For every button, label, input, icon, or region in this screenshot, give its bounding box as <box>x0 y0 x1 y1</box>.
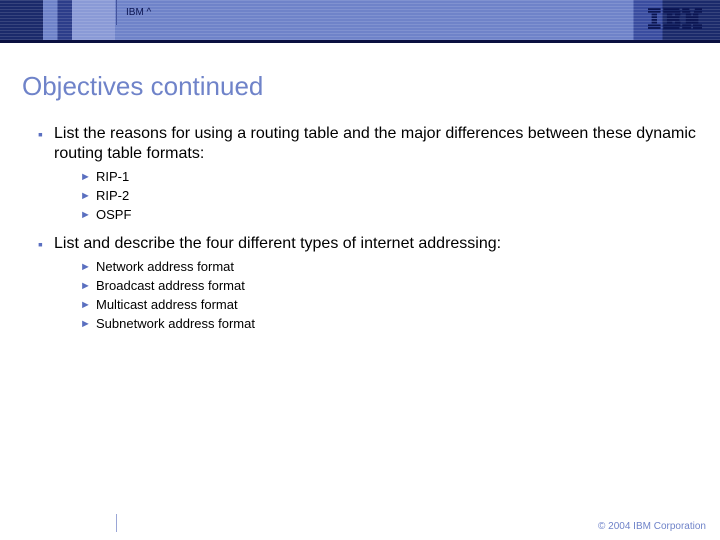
header-divider-line <box>116 0 117 25</box>
square-bullet-icon: ▪ <box>38 124 54 164</box>
header-texture <box>0 0 720 40</box>
footer: © 2004 IBM Corporation <box>0 514 720 540</box>
bullet-level2: ► Network address format <box>80 258 698 276</box>
slide: IBM ^ <box>0 0 720 540</box>
square-bullet-icon: ▪ <box>38 234 54 254</box>
sub-bullet-text: Multicast address format <box>96 296 238 314</box>
bullet-level1: ▪ List the reasons for using a routing t… <box>38 124 698 164</box>
arrow-bullet-icon: ► <box>80 206 96 224</box>
slide-title: Objectives continued <box>22 71 698 102</box>
bullet-level2: ► Multicast address format <box>80 296 698 314</box>
footer-divider-line <box>116 514 117 532</box>
brand-label: IBM ^ <box>126 7 151 18</box>
sub-bullet-text: RIP-1 <box>96 168 129 186</box>
bullet-text: List and describe the four different typ… <box>54 234 501 254</box>
header-bar: IBM ^ <box>0 0 720 40</box>
arrow-bullet-icon: ► <box>80 315 96 333</box>
arrow-bullet-icon: ► <box>80 168 96 186</box>
copyright-text: © 2004 IBM Corporation <box>598 521 706 532</box>
sub-bullet-text: Network address format <box>96 258 234 276</box>
sub-bullet-group: ► RIP-1 ► RIP-2 ► OSPF <box>80 168 698 224</box>
sub-bullet-text: OSPF <box>96 206 131 224</box>
arrow-bullet-icon: ► <box>80 258 96 276</box>
sub-bullet-text: Broadcast address format <box>96 277 245 295</box>
bullet-level2: ► RIP-2 <box>80 187 698 205</box>
bullet-level2: ► RIP-1 <box>80 168 698 186</box>
sub-bullet-text: Subnetwork address format <box>96 315 255 333</box>
bullet-level2: ► OSPF <box>80 206 698 224</box>
ibm-logo-icon <box>648 8 702 35</box>
sub-bullet-group: ► Network address format ► Broadcast add… <box>80 258 698 333</box>
bullet-level2: ► Broadcast address format <box>80 277 698 295</box>
arrow-bullet-icon: ► <box>80 277 96 295</box>
content-area: Objectives continued ▪ List the reasons … <box>0 43 720 333</box>
arrow-bullet-icon: ► <box>80 187 96 205</box>
bullet-level1: ▪ List and describe the four different t… <box>38 234 698 254</box>
bullet-level2: ► Subnetwork address format <box>80 315 698 333</box>
arrow-bullet-icon: ► <box>80 296 96 314</box>
sub-bullet-text: RIP-2 <box>96 187 129 205</box>
bullet-text: List the reasons for using a routing tab… <box>54 124 698 164</box>
